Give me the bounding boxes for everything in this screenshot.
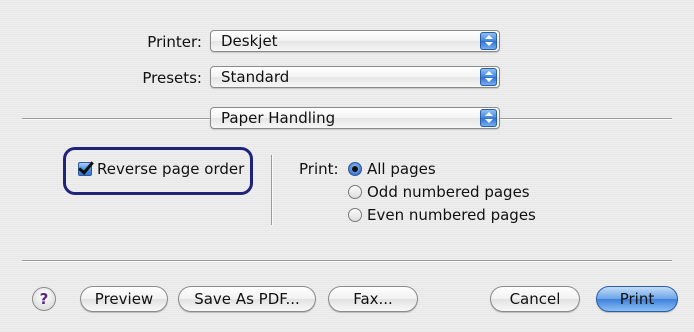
preview-button[interactable]: Preview bbox=[80, 286, 168, 312]
vertical-divider bbox=[271, 155, 273, 225]
printer-label: Printer: bbox=[147, 33, 202, 51]
presets-value: Standard bbox=[221, 68, 290, 86]
section-divider bbox=[500, 118, 672, 120]
fax-button[interactable]: Fax... bbox=[328, 286, 418, 312]
print-button[interactable]: Print bbox=[596, 286, 678, 312]
printer-popup[interactable]: Deskjet bbox=[210, 30, 500, 52]
popup-arrows-icon bbox=[480, 32, 497, 50]
presets-label: Presets: bbox=[142, 69, 202, 87]
checkmark-icon bbox=[78, 158, 94, 175]
reverse-page-order-checkbox[interactable]: Reverse page order bbox=[78, 158, 245, 178]
radio-selected-icon bbox=[348, 162, 362, 176]
reverse-page-order-label: Reverse page order bbox=[97, 160, 245, 178]
radio-odd-pages[interactable]: Odd numbered pages bbox=[348, 183, 530, 201]
print-range-label: Print: bbox=[299, 160, 339, 178]
print-dialog: Printer: Deskjet Presets: Standard Paper… bbox=[0, 0, 694, 332]
checkbox-icon bbox=[78, 158, 94, 176]
radio-icon bbox=[348, 185, 362, 199]
panel-popup[interactable]: Paper Handling bbox=[210, 107, 500, 129]
radio-all-pages[interactable]: All pages bbox=[348, 160, 436, 178]
popup-arrows-icon bbox=[480, 68, 497, 86]
bottom-divider bbox=[22, 260, 672, 262]
radio-even-pages-label: Even numbered pages bbox=[367, 206, 536, 224]
radio-odd-pages-label: Odd numbered pages bbox=[367, 183, 530, 201]
presets-popup[interactable]: Standard bbox=[210, 66, 500, 88]
cancel-button[interactable]: Cancel bbox=[490, 286, 580, 312]
printer-value: Deskjet bbox=[221, 32, 278, 50]
radio-even-pages[interactable]: Even numbered pages bbox=[348, 206, 536, 224]
section-divider bbox=[22, 118, 210, 120]
save-as-pdf-button[interactable]: Save As PDF... bbox=[178, 286, 316, 312]
popup-arrows-icon bbox=[480, 109, 497, 127]
radio-all-pages-label: All pages bbox=[367, 160, 436, 178]
help-button[interactable]: ? bbox=[32, 287, 56, 311]
radio-icon bbox=[348, 208, 362, 222]
panel-value: Paper Handling bbox=[221, 109, 336, 127]
